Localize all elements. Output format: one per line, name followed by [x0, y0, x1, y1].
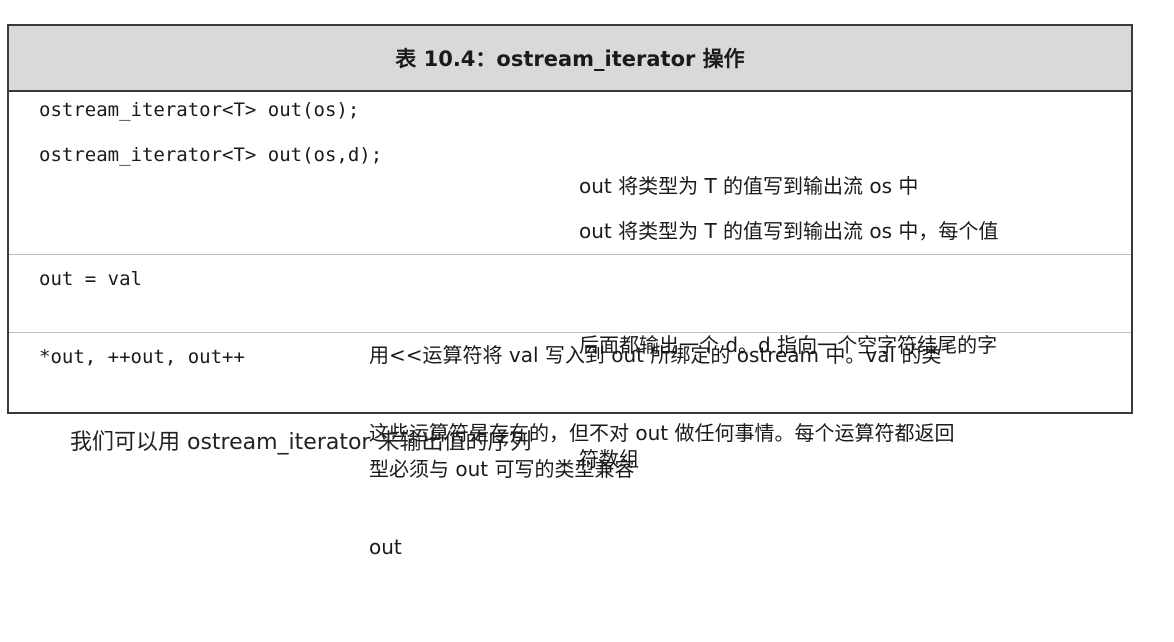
table-row: ostream_iterator<T> out(os,d); out 将类型为 … — [9, 132, 1131, 471]
table-title: 表 10.4：ostream_iterator 操作 — [9, 26, 1131, 92]
operation-cell: *out, ++out, out++ — [39, 346, 245, 368]
table-row: *out, ++out, out++ 这些运算符是存在的，但不对 out 做任何… — [9, 332, 1131, 559]
operation-cell: ostream_iterator<T> out(os,d); — [39, 144, 383, 166]
table-row: out = val 用<<运算符将 val 写入到 out 所绑定的 ostre… — [9, 254, 1131, 481]
operation-cell: out = val — [39, 268, 142, 290]
operations-table: 表 10.4：ostream_iterator 操作 ostream_itera… — [7, 24, 1133, 559]
description-cell: 这些运算符是存在的，但不对 out 做任何事情。每个运算符都返回 out — [369, 338, 954, 642]
table-row: ostream_iterator<T> out(os); out 将类型为 T … — [9, 92, 1131, 198]
operation-cell: ostream_iterator<T> out(os); — [39, 99, 360, 121]
body-text-fragment: 我们可以用 ostream_iterator 来输出值的序列 — [70, 430, 532, 455]
description-line: out — [369, 535, 402, 559]
description-line: out 将类型为 T 的值写到输出流 os 中，每个值 — [579, 219, 999, 243]
